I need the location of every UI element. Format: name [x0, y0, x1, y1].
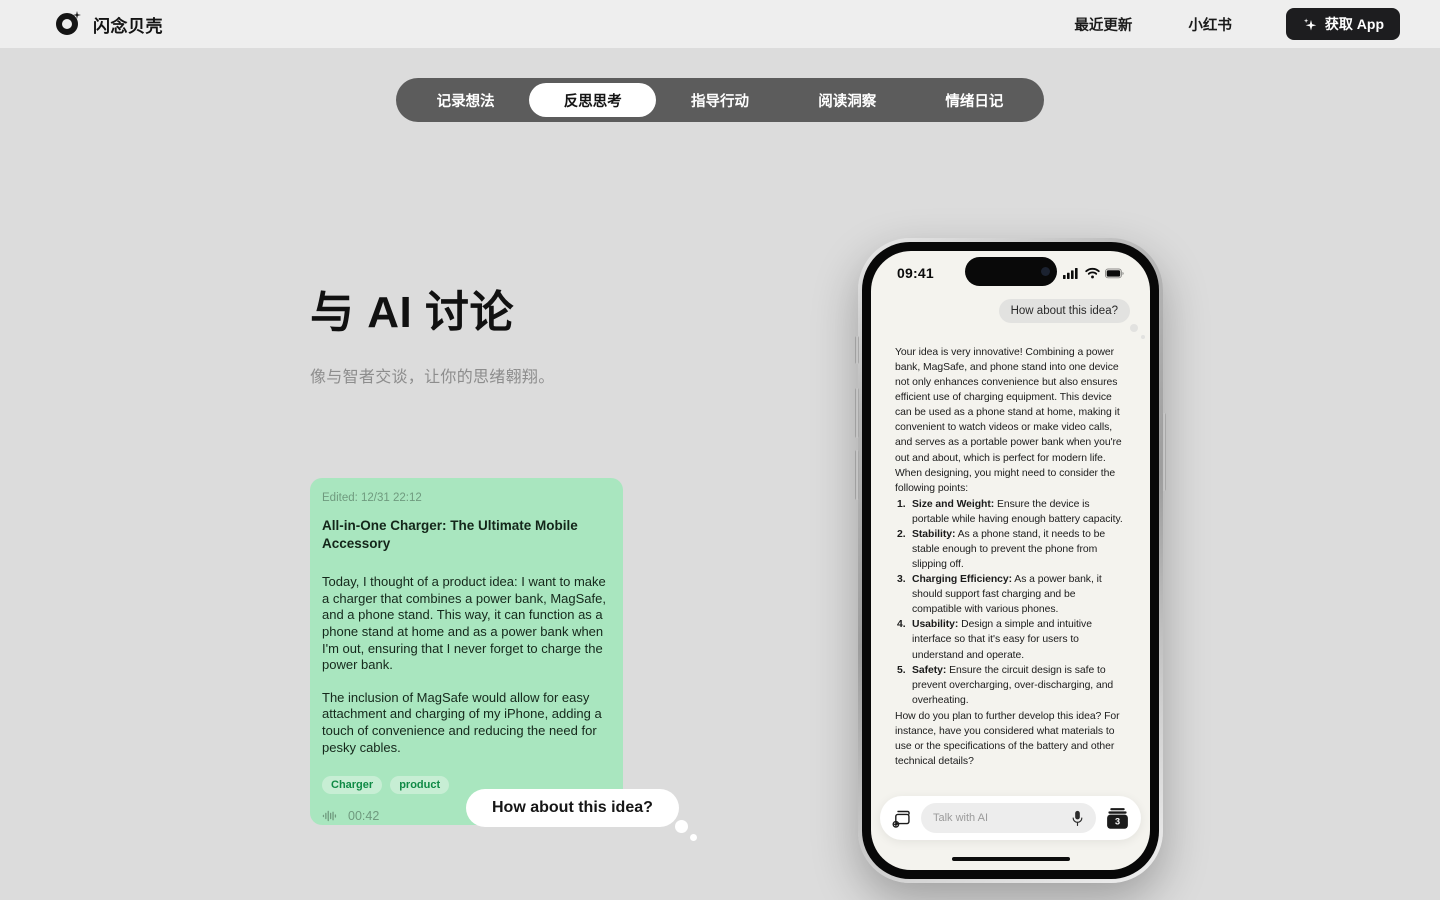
- get-app-label: 获取 App: [1324, 16, 1384, 32]
- note-title: All-in-One Charger: The Ultimate Mobile …: [322, 518, 578, 551]
- ai-response-intro: Your idea is very innovative! Combining …: [895, 347, 1122, 494]
- brand-name: 闪念贝壳: [93, 16, 163, 36]
- tab-reading-insights[interactable]: 阅读洞察: [784, 83, 911, 117]
- ai-point-term: Usability:: [912, 619, 959, 631]
- category-tab-bar: 记录想法 反思思考 指导行动 阅读洞察 情绪日记: [396, 78, 1044, 122]
- phone-power-button[interactable]: [1162, 413, 1166, 491]
- speech-bubble-tail-dot-small: [690, 834, 697, 841]
- tab-guided-action[interactable]: 指导行动: [656, 83, 783, 117]
- status-icons: [1063, 267, 1124, 279]
- note-paragraph: Today, I thought of a product idea: I wa…: [322, 574, 606, 673]
- ai-point: Size and Weight: Ensure the device is po…: [895, 497, 1128, 527]
- speech-bubble-tail-dot-large: [675, 820, 688, 833]
- site-header: 闪念贝壳 最近更新 小红书 获取 App: [0, 0, 1440, 48]
- ai-point: Usability: Design a simple and intuitive…: [895, 617, 1128, 662]
- ai-response-closing: How do you plan to further develop this …: [895, 710, 1120, 768]
- tab-reflective-thinking[interactable]: 反思思考: [529, 83, 657, 117]
- note-tag[interactable]: product: [390, 776, 450, 795]
- chat-area: How about this idea? Your idea is very i…: [871, 295, 1150, 769]
- user-message-row: How about this idea?: [885, 299, 1145, 339]
- front-camera-icon: [1040, 267, 1050, 276]
- shell-ring-sparkle-logo-icon: [56, 11, 82, 37]
- talk-with-ai-input[interactable]: Talk with AI: [921, 803, 1096, 833]
- ai-point-term: Stability:: [912, 528, 956, 540]
- ai-point: Stability: As a phone stand, it needs to…: [895, 527, 1128, 572]
- ai-point: Safety: Ensure the circuit design is saf…: [895, 663, 1128, 708]
- card-stack-icon: 3: [1107, 807, 1128, 829]
- ai-response: Your idea is very innovative! Combining …: [885, 345, 1136, 769]
- home-indicator: [951, 856, 1070, 861]
- phone-bezel: 09:41 How about this idea? Your idea is …: [862, 242, 1159, 879]
- get-app-button[interactable]: 获取 App: [1285, 8, 1400, 40]
- speech-bubble: How about this idea?: [466, 789, 679, 827]
- user-message-bubble: How about this idea?: [998, 299, 1130, 323]
- phone-volume-up-button[interactable]: [855, 388, 859, 438]
- header-nav: 最近更新 小红书 获取 App: [1046, 8, 1400, 40]
- cellular-signal-icon: [1063, 268, 1078, 279]
- status-bar: 09:41: [871, 251, 1150, 295]
- nav-link-recent-updates[interactable]: 最近更新: [1046, 14, 1160, 35]
- note-edited-timestamp: Edited: 12/31 22:12: [322, 492, 422, 504]
- user-bubble-tail-dot-small: [1140, 334, 1145, 339]
- brand[interactable]: 闪念贝壳: [56, 11, 163, 37]
- sparkle-icon: [1303, 18, 1317, 30]
- page-title: 与 AI 讨论: [310, 288, 514, 337]
- logo-sparkle-icon: [73, 11, 81, 19]
- ai-response-points: Size and Weight: Ensure the device is po…: [895, 497, 1128, 708]
- card-stack-count: 3: [1115, 816, 1120, 826]
- user-bubble-tail-dot-large: [1130, 324, 1138, 332]
- waveform-icon: [322, 811, 337, 822]
- status-time: 09:41: [897, 265, 934, 281]
- note-paragraph: The inclusion of MagSafe would allow for…: [322, 689, 602, 755]
- dynamic-island: [964, 257, 1057, 286]
- hero-section: 与 AI 讨论 像与智者交谈，让你的思绪翱翔。: [310, 288, 830, 387]
- battery-icon: [1105, 268, 1124, 278]
- add-note-icon[interactable]: [891, 808, 912, 829]
- phone-volume-down-button[interactable]: [855, 450, 859, 500]
- page-subtitle: 像与智者交谈，让你的思绪翱翔。: [310, 368, 555, 386]
- microphone-icon[interactable]: [1071, 810, 1084, 827]
- note-audio-duration: 00:42: [348, 809, 380, 824]
- ai-point-term: Charging Efficiency:: [912, 574, 1013, 586]
- ai-point-term: Safety:: [912, 664, 947, 676]
- talk-with-ai-placeholder: Talk with AI: [933, 812, 989, 824]
- phone-input-bar: Talk with AI 3: [880, 796, 1141, 840]
- card-stack-button[interactable]: 3: [1105, 806, 1130, 831]
- note-card[interactable]: Edited: 12/31 22:12 All-in-One Charger: …: [310, 478, 623, 825]
- phone-mockup: 09:41 How about this idea? Your idea is …: [855, 238, 1166, 883]
- tab-mood-journal[interactable]: 情绪日记: [911, 83, 1038, 117]
- tab-record-thoughts[interactable]: 记录想法: [402, 83, 529, 117]
- ai-point: Charging Efficiency: As a power bank, it…: [895, 572, 1128, 617]
- phone-silent-switch[interactable]: [855, 336, 859, 364]
- phone-screen: 09:41 How about this idea? Your idea is …: [871, 251, 1150, 870]
- nav-link-xiaohongshu[interactable]: 小红书: [1160, 14, 1260, 35]
- wifi-icon: [1085, 267, 1100, 279]
- ai-point-term: Size and Weight:: [912, 498, 995, 510]
- note-tag[interactable]: Charger: [322, 776, 383, 795]
